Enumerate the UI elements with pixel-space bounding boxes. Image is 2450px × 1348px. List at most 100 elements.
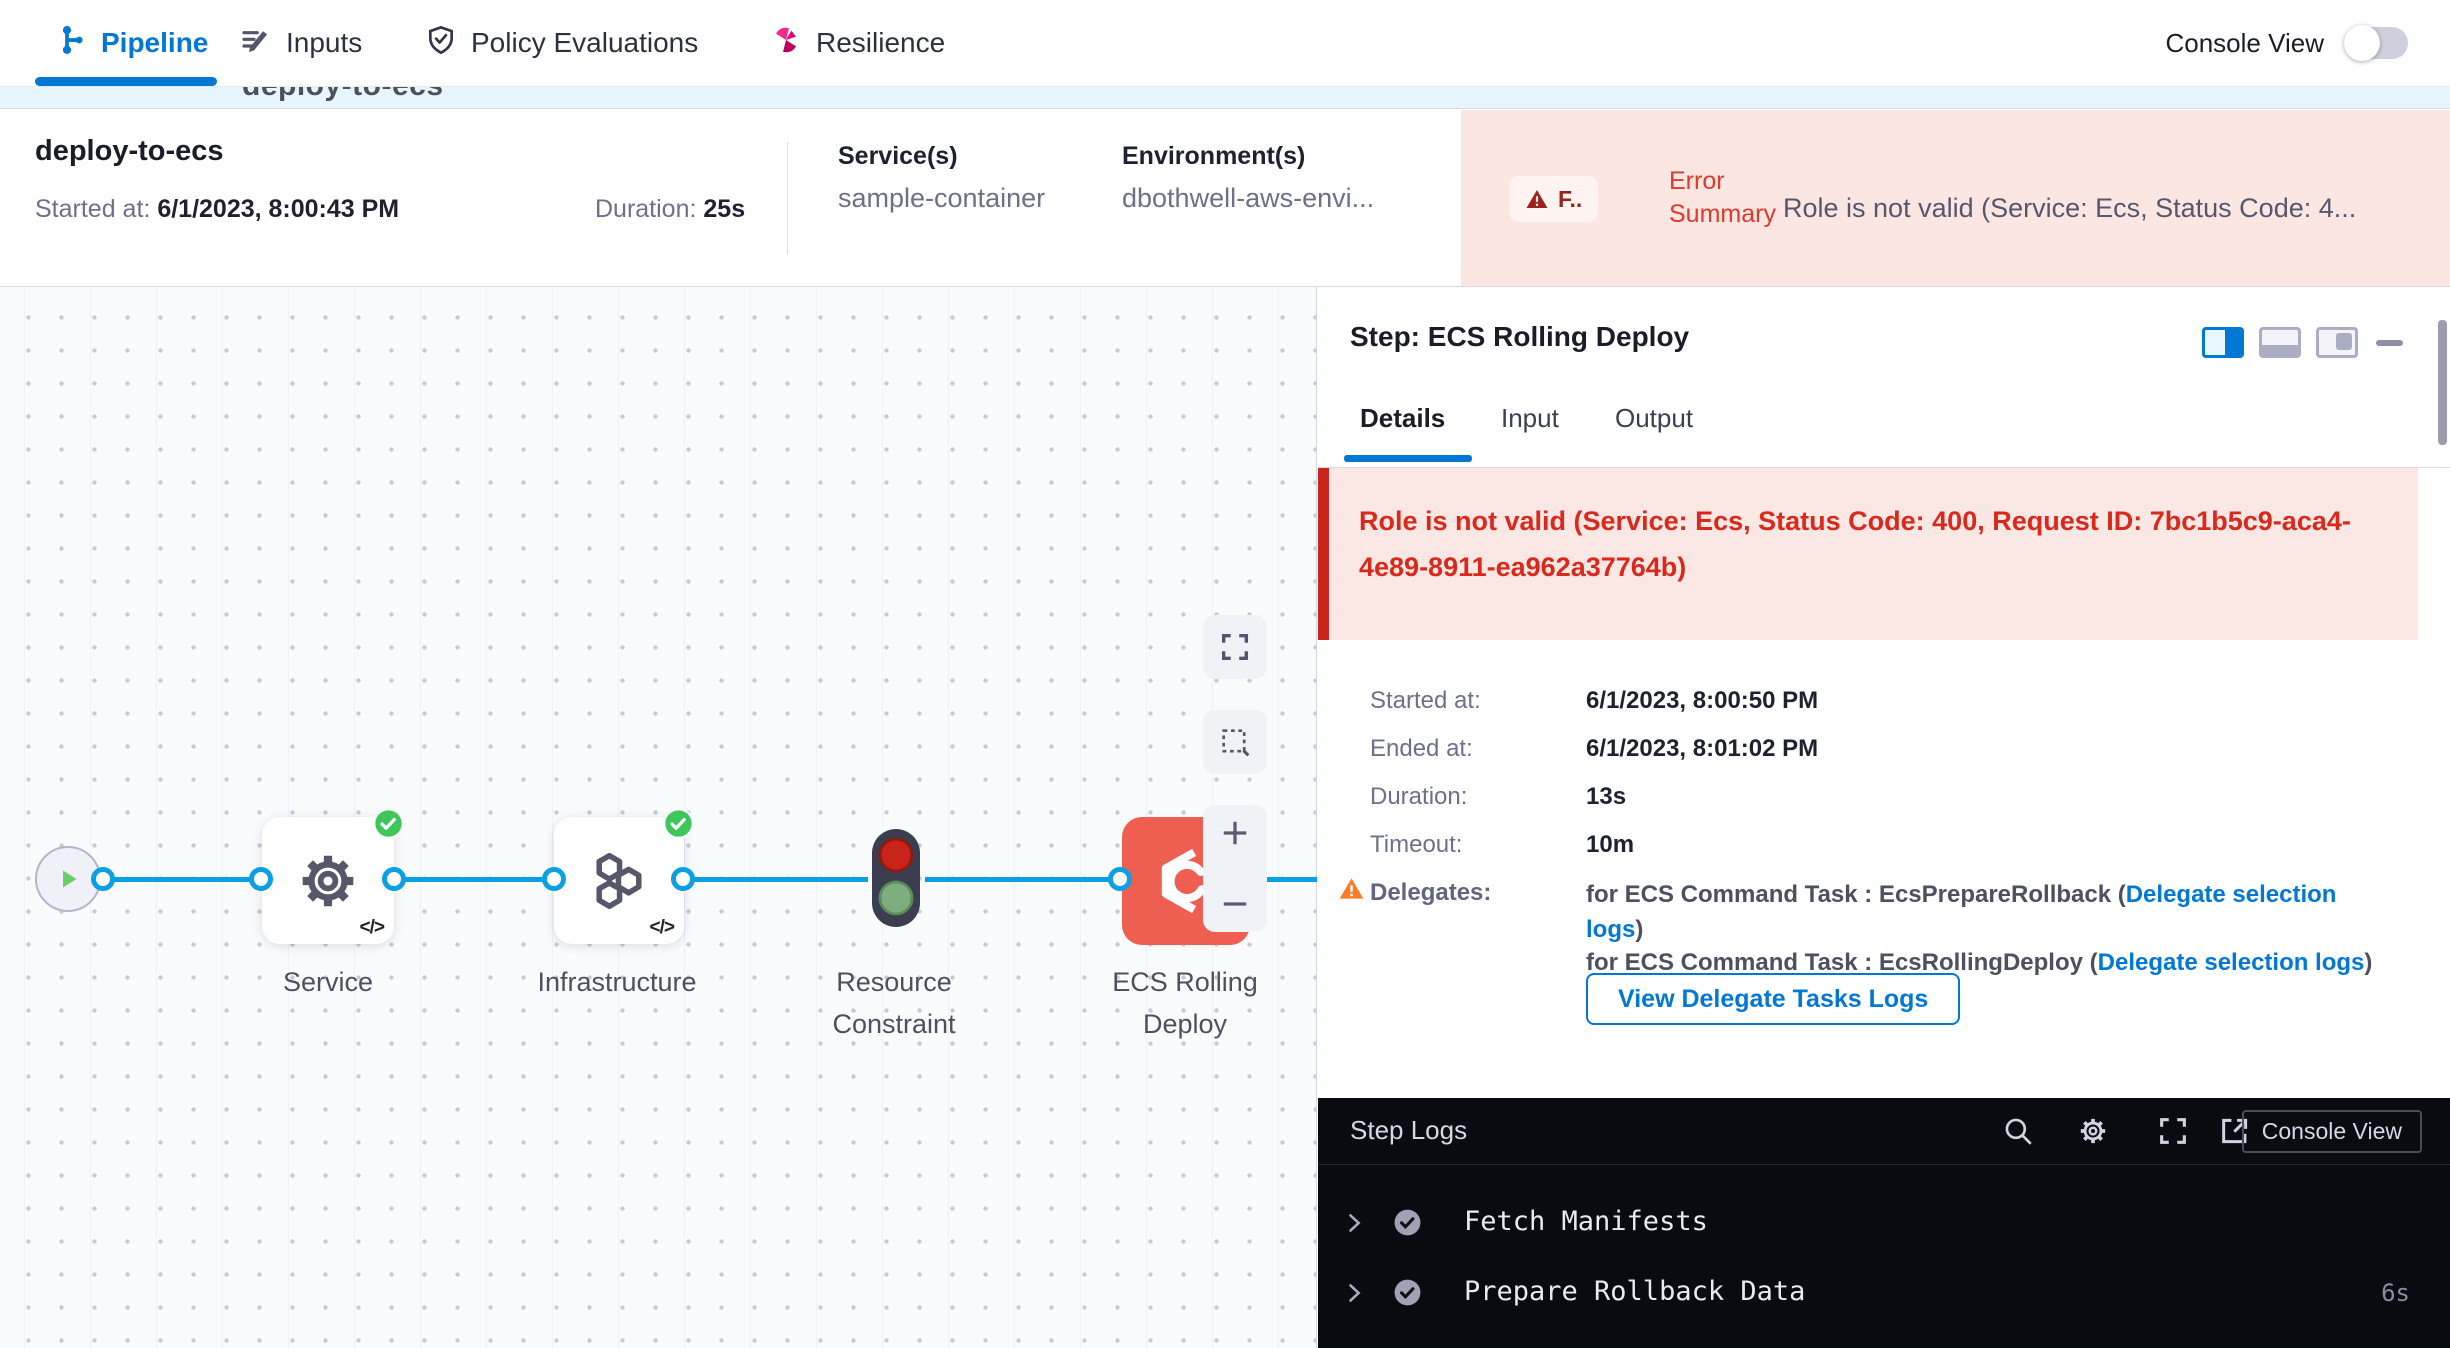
view-delegate-tasks-logs-button[interactable]: View Delegate Tasks Logs [1586, 973, 1960, 1025]
console-view-toggle[interactable] [2344, 27, 2408, 59]
node-resource-constraint[interactable] [866, 823, 926, 933]
tab-inputs-label: Inputs [286, 27, 362, 59]
node-service[interactable]: </> [262, 817, 394, 944]
active-tab-underline [35, 77, 217, 86]
tab-details[interactable]: Details [1360, 403, 1445, 434]
pipeline-name: deploy-to-ecs [35, 135, 224, 168]
layout-right-icon[interactable] [2202, 327, 2244, 358]
pipeline-canvas[interactable]: </> </> [0, 287, 1317, 1348]
canvas-fullscreen-button[interactable] [1203, 615, 1267, 679]
chevron-right-icon[interactable] [1340, 1279, 1368, 1307]
play-icon [51, 862, 85, 896]
zoom-in-icon[interactable] [1217, 815, 1253, 851]
traffic-light-icon [866, 823, 926, 933]
code-glyph: </> [360, 917, 384, 939]
tab-pipeline[interactable]: Pipeline [55, 0, 208, 86]
step-timeout-value: 10m [1586, 831, 1634, 859]
log-section-duration: 6s [2381, 1279, 2410, 1307]
tab-input[interactable]: Input [1501, 403, 1559, 434]
services-column: Service(s) sample-container [838, 142, 1045, 214]
services-value[interactable]: sample-container [838, 183, 1045, 214]
panel-scrollbar[interactable] [2438, 320, 2447, 445]
failed-status-badge: F.. [1509, 176, 1598, 222]
services-label: Service(s) [838, 142, 1045, 171]
node-label-service: Service [228, 961, 428, 1003]
connector-ring [542, 867, 566, 891]
tab-pipeline-label: Pipeline [101, 27, 208, 59]
log-search-icon[interactable] [2001, 1114, 2035, 1148]
log-settings-gear-icon[interactable] [2076, 1114, 2110, 1148]
delegate2-suffix: ) [2364, 949, 2372, 976]
connector-ring [249, 867, 273, 891]
started-at-row: Started at: 6/1/2023, 8:00:43 PM [35, 195, 399, 224]
canvas-select-button[interactable] [1203, 710, 1267, 774]
step-duration-value: 13s [1586, 783, 1626, 811]
tab-resilience-label: Resilience [816, 27, 945, 59]
zoom-out-icon[interactable] [1217, 886, 1253, 922]
duration-label: Duration: [595, 195, 696, 223]
log-row-prepare-rollback-data[interactable]: Prepare Rollback Data 6s [1318, 1271, 2450, 1317]
edge-start-service [103, 877, 261, 882]
log-success-check-icon [1392, 1207, 1423, 1238]
error-summary-section: F.. Error Summary Role is not valid (Ser… [1461, 110, 2450, 286]
tab-resilience[interactable]: Resilience [770, 0, 945, 86]
layout-floating-icon[interactable] [2316, 327, 2358, 358]
step-ended-value: 6/1/2023, 8:01:02 PM [1586, 735, 1818, 763]
node-label-ecs: ECS Rolling Deploy [1075, 961, 1295, 1045]
log-row-fetch-manifests[interactable]: Fetch Manifests [1318, 1201, 2450, 1247]
scrolled-page-title: deploy-to-ecs [242, 86, 444, 103]
delegate-row-prepare-rollback: for ECS Command Task : EcsPrepareRollbac… [1586, 877, 2376, 947]
pipeline-icon [55, 24, 87, 63]
delegate2-selection-logs-link[interactable]: Delegate selection logs [2098, 949, 2365, 976]
node-label-resource-constraint: Resource Constraint [784, 961, 1004, 1045]
node-infrastructure[interactable]: </> [554, 817, 684, 944]
resilience-icon [770, 24, 802, 63]
gear-icon [295, 848, 361, 914]
delegate2-text: for ECS Command Task : EcsRollingDeploy … [1586, 949, 2098, 976]
connector-ring [671, 867, 695, 891]
console-view-control: Console View [2165, 0, 2408, 86]
connector-ring [382, 867, 406, 891]
edge-service-infrastructure [394, 877, 554, 882]
step-logs-title: Step Logs [1350, 1115, 1467, 1146]
failed-badge-text: F.. [1558, 186, 1582, 213]
chevron-right-icon[interactable] [1340, 1209, 1368, 1237]
log-fullscreen-icon[interactable] [2156, 1114, 2190, 1148]
inputs-icon [240, 24, 272, 63]
edge-resource-ecs [925, 877, 1120, 882]
tab-inputs[interactable]: Inputs [240, 0, 362, 86]
environments-value[interactable]: dbothwell-aws-envi... [1122, 183, 1374, 214]
tab-policy-evaluations[interactable]: Policy Evaluations [425, 0, 698, 86]
duration-row: Duration: 25s [595, 195, 745, 224]
header-divider [787, 142, 788, 254]
scrolled-title-strip: deploy-to-ecs [0, 86, 2450, 109]
step-logs-panel: Step Logs Console View Fetch Manifests P… [1318, 1098, 2450, 1348]
log-success-check-icon [1392, 1277, 1423, 1308]
connector-ring [91, 867, 115, 891]
step-started-value: 6/1/2023, 8:00:50 PM [1586, 687, 1818, 715]
delegate1-suffix: ) [1635, 916, 1643, 943]
step-duration-label: Duration: [1370, 783, 1467, 811]
top-nav: Pipeline Inputs Policy Evaluations Resil… [0, 0, 2450, 86]
toggle-knob [2344, 25, 2380, 61]
minimize-icon[interactable] [2376, 340, 2403, 346]
environments-label: Environment(s) [1122, 142, 1374, 171]
step-logs-header: Step Logs Console View [1318, 1098, 2450, 1165]
app-root: Pipeline Inputs Policy Evaluations Resil… [0, 0, 2450, 1348]
step-timeout-label: Timeout: [1370, 831, 1462, 859]
edge-infrastructure-resource [683, 877, 868, 882]
started-at-label: Started at: [35, 195, 150, 223]
delegates-label: Delegates: [1370, 879, 1491, 907]
policy-shield-icon [425, 24, 457, 63]
error-summary-message: Role is not valid (Service: Ecs, Status … [1783, 193, 2442, 224]
failed-warning-icon [1525, 187, 1549, 211]
step-error-banner: Role is not valid (Service: Ecs, Status … [1318, 468, 2418, 640]
layout-bottom-icon[interactable] [2259, 327, 2301, 358]
log-console-view-button[interactable]: Console View [2242, 1110, 2422, 1153]
started-at-value: 6/1/2023, 8:00:43 PM [157, 195, 399, 223]
execution-header: deploy-to-ecs Started at: 6/1/2023, 8:00… [0, 110, 2450, 287]
tab-policy-evaluations-label: Policy Evaluations [471, 27, 698, 59]
tab-output[interactable]: Output [1615, 403, 1693, 434]
delegate1-text: for ECS Command Task : EcsPrepareRollbac… [1586, 881, 2126, 908]
step-ended-label: Ended at: [1370, 735, 1473, 763]
